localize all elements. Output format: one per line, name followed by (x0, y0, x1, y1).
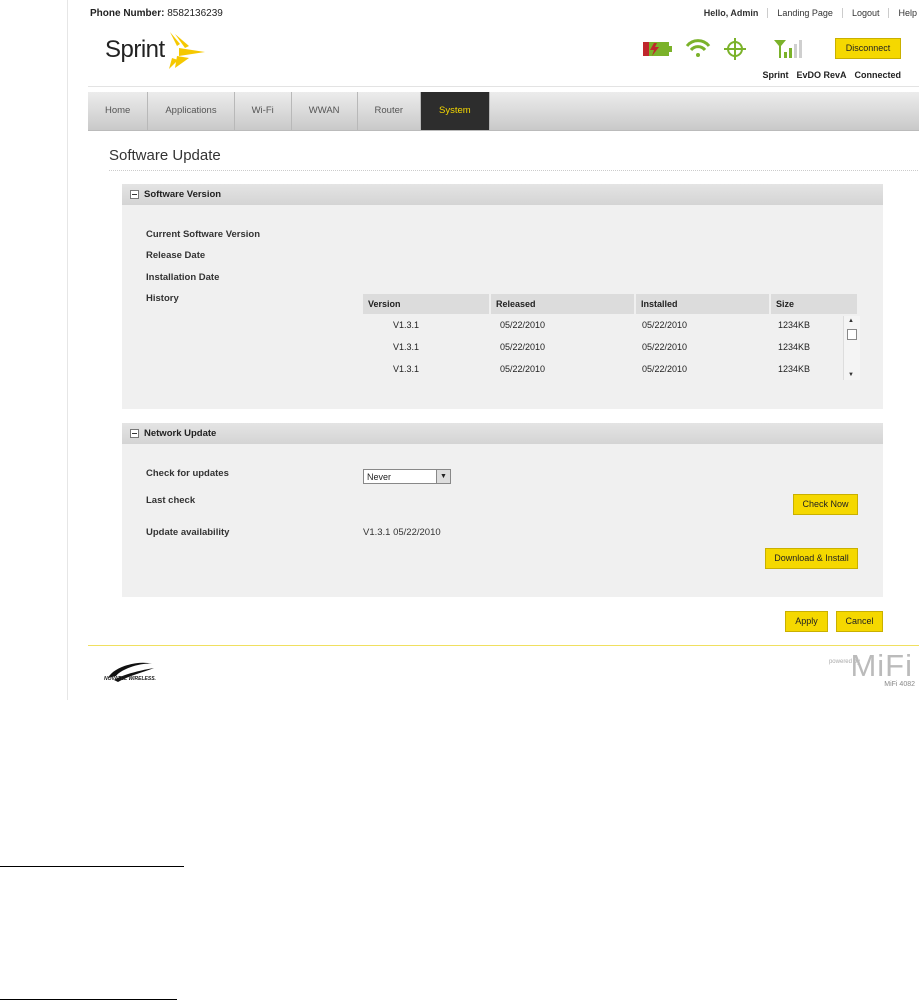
software-version-header[interactable]: Software Version (122, 184, 883, 205)
page-title: Software Update (109, 147, 221, 164)
check-now-button[interactable]: Check Now (793, 494, 858, 515)
released-cell: 05/22/2010 (500, 364, 546, 374)
nav-system[interactable]: System (421, 92, 490, 130)
sprint-wing-icon (169, 32, 205, 69)
cancel-button[interactable]: Cancel (836, 611, 883, 632)
greeting: Hello, Admin (703, 8, 759, 18)
version-cell: V1.3.1 (393, 342, 420, 352)
installed-cell: 05/22/2010 (642, 320, 688, 330)
column-header: Released (490, 294, 636, 314)
logout-link[interactable]: Logout (841, 8, 889, 18)
wifi-icon (685, 39, 711, 57)
network-update-section: Network Update Check for updates Never ▼… (122, 423, 883, 597)
help-link[interactable]: Help (888, 8, 917, 18)
gps-icon (724, 38, 746, 60)
dropdown-arrow-icon[interactable]: ▼ (436, 470, 450, 483)
top-links: Hello, Admin Landing Page Logout Help (695, 8, 917, 18)
release-date-label: Release Date (146, 250, 206, 261)
history-table: Version Released Installed Size V1.3.1 0… (363, 294, 859, 380)
main-nav: Home Applications Wi-Fi WWAN Router Syst… (88, 92, 919, 131)
disconnect-button[interactable]: Disconnect (835, 38, 901, 59)
installation-date-label: Installation Date (146, 272, 220, 283)
document-rule (0, 999, 177, 1000)
last-check-label: Last check (146, 495, 196, 506)
connection-state: Connected (854, 70, 901, 80)
check-updates-select[interactable]: Never ▼ (363, 469, 451, 484)
phone-number: Phone Number: 8582136239 (90, 8, 223, 19)
novatel-text: NOVATEL WIRELESS. (104, 676, 156, 682)
nav-wifi[interactable]: Wi-Fi (235, 92, 292, 130)
phone-value: 8582136239 (167, 8, 223, 19)
sprint-logo: Sprint (105, 30, 215, 70)
column-header: Installed (635, 294, 771, 314)
collapse-icon[interactable] (130, 190, 139, 199)
status-icons (643, 38, 802, 60)
landing-page-link[interactable]: Landing Page (767, 8, 842, 18)
column-header: Size (770, 294, 859, 314)
installed-cell: 05/22/2010 (642, 342, 688, 352)
phone-label: Phone Number: (90, 8, 165, 19)
history-scrollbar[interactable]: ▲ ▼ (843, 316, 860, 380)
current-version-label: Current Software Version (146, 229, 261, 240)
battery-icon (643, 42, 672, 56)
scroll-thumb[interactable] (847, 329, 857, 340)
footer: NOVATEL WIRELESS. powered by MiFi MiFi 4… (88, 646, 919, 700)
released-cell: 05/22/2010 (500, 342, 546, 352)
collapse-icon[interactable] (130, 429, 139, 438)
table-row: V1.3.1 05/22/2010 05/22/2010 1234KB (363, 358, 858, 380)
network-technology: EvDO RevA (796, 70, 847, 80)
released-cell: 05/22/2010 (500, 320, 546, 330)
nav-home[interactable]: Home (88, 92, 149, 130)
carrier-name: Sprint (762, 70, 789, 80)
scroll-up-icon[interactable]: ▲ (848, 318, 854, 324)
history-label: History (146, 293, 179, 304)
title-divider (109, 170, 919, 172)
network-update-header[interactable]: Network Update (122, 423, 883, 444)
section-title: Software Version (144, 189, 222, 200)
download-install-button[interactable]: Download & Install (765, 548, 858, 569)
table-row: V1.3.1 05/22/2010 05/22/2010 1234KB (363, 336, 858, 358)
mifi-logo: MiFi (850, 648, 913, 683)
update-availability-label: Update availability (146, 527, 230, 538)
version-cell: V1.3.1 (393, 320, 420, 330)
nav-router[interactable]: Router (358, 92, 422, 130)
connection-status: Sprint EvDO RevA Connected (762, 70, 901, 80)
header-divider (88, 86, 919, 87)
installed-cell: 05/22/2010 (642, 364, 688, 374)
select-value: Never (367, 472, 392, 482)
nav-applications[interactable]: Applications (148, 92, 235, 130)
check-updates-label: Check for updates (146, 468, 229, 479)
history-header-row: Version Released Installed Size (363, 294, 859, 314)
column-header: Version (363, 294, 491, 314)
router-admin-page: Phone Number: 8582136239 Hello, Admin La… (67, 0, 919, 700)
software-version-section: Software Version Current Software Versio… (122, 184, 883, 409)
version-cell: V1.3.1 (393, 364, 420, 374)
scroll-down-icon[interactable]: ▼ (848, 372, 854, 378)
mifi-model: MiFi 4082 (884, 681, 915, 688)
update-availability-value: V1.3.1 05/22/2010 (363, 527, 441, 538)
section-title: Network Update (144, 428, 217, 439)
nav-wwan[interactable]: WWAN (292, 92, 358, 130)
table-row: V1.3.1 05/22/2010 05/22/2010 1234KB (363, 314, 858, 336)
signal-strength-icon (774, 40, 802, 58)
document-rule (0, 866, 184, 867)
apply-button[interactable]: Apply (785, 611, 828, 632)
